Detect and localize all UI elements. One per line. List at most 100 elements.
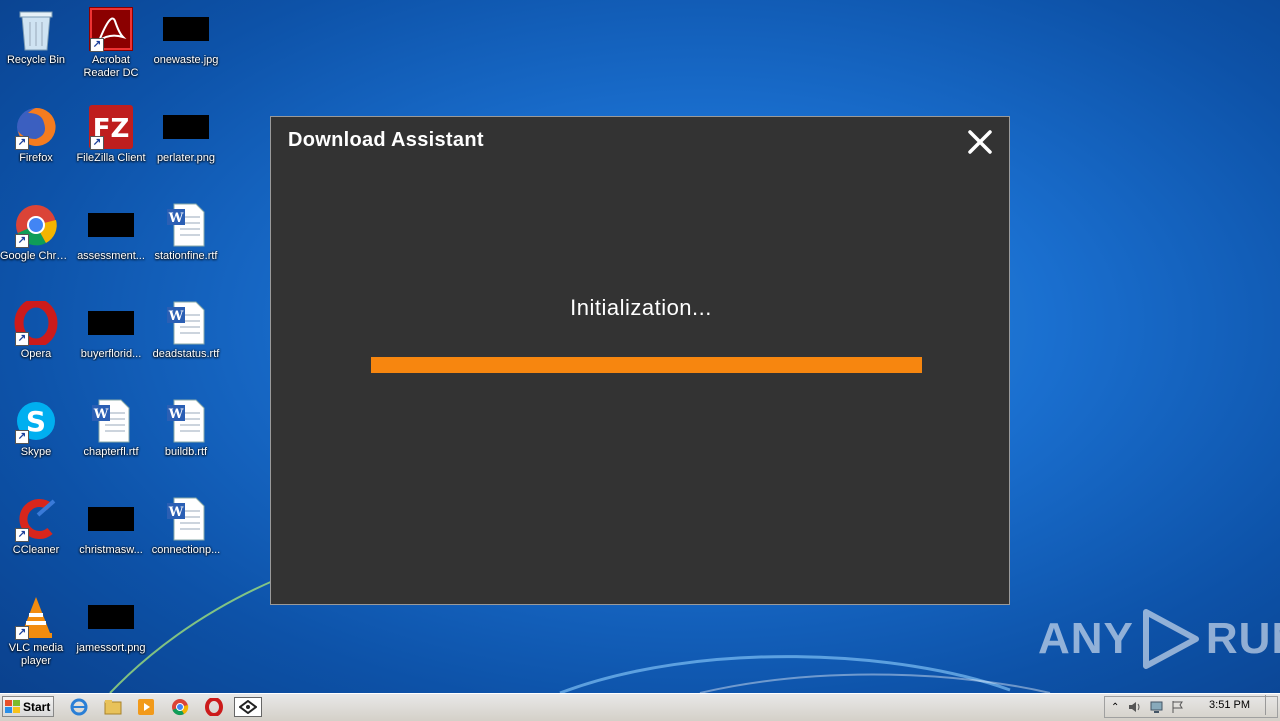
desktop-icon-label: Firefox [19, 152, 53, 164]
recycle-bin-icon [13, 6, 59, 52]
start-label: Start [23, 699, 51, 714]
desktop-icon-label: jamessort.png [76, 642, 146, 654]
desktop-icon-label: onewaste.jpg [153, 54, 219, 66]
desktop-icon[interactable]: buyerflorid... [74, 296, 148, 361]
desktop-icon-label: chapterfl.rtf [83, 446, 139, 458]
taskbar: Start ⌃ 3:51 PM [0, 693, 1280, 721]
desktop-icon-label: deadstatus.rtf [152, 348, 220, 360]
desktop-icon-label: connectionp... [151, 544, 221, 556]
desktop-icon[interactable]: FZ ↗ FileZilla Client [74, 100, 148, 165]
desktop-icon-label: VLC media player [8, 642, 64, 667]
taskbar-ie-button[interactable] [68, 697, 90, 717]
shortcut-arrow-icon: ↗ [90, 38, 104, 52]
clock[interactable]: 3:51 PM [1209, 699, 1250, 711]
word-document-icon: W [88, 398, 134, 444]
desktop-icon[interactable]: jamessort.png [74, 590, 148, 655]
desktop-icon[interactable]: Wconnectionp... [149, 492, 223, 557]
shortcut-arrow-icon: ↗ [90, 136, 104, 150]
svg-text:W: W [168, 505, 184, 520]
firefox-icon: ↗ [13, 104, 59, 150]
desktop-icon[interactable]: Wchapterfl.rtf [74, 394, 148, 459]
taskbar-opera-button[interactable] [203, 697, 225, 717]
progress-bar [371, 357, 922, 373]
desktop-icon[interactable]: Wdeadstatus.rtf [149, 296, 223, 361]
action-center-flag-icon[interactable] [1171, 700, 1185, 714]
app-icon [239, 700, 257, 714]
svg-text:W: W [93, 407, 109, 422]
desktop-icon[interactable]: ↗ VLC media player [0, 590, 73, 668]
vlc-icon: ↗ [13, 594, 59, 640]
image-file-icon [88, 202, 134, 248]
desktop-icon-label: stationfine.rtf [154, 250, 218, 262]
shortcut-arrow-icon: ↗ [15, 332, 29, 346]
desktop-icon-label: buyerflorid... [80, 348, 142, 360]
shortcut-arrow-icon: ↗ [15, 234, 29, 248]
download-assistant-dialog: Download Assistant Initialization... [270, 116, 1010, 605]
ccleaner-icon: ↗ [13, 496, 59, 542]
image-file-icon [163, 104, 209, 150]
opera-icon [205, 698, 223, 716]
desktop-icon[interactable]: S ↗ Skype [0, 394, 73, 459]
desktop-icon[interactable]: perlater.png [149, 100, 223, 165]
windows-logo-icon [5, 699, 20, 713]
word-document-icon: W [163, 202, 209, 248]
network-icon[interactable] [1149, 700, 1165, 714]
desktop-icon[interactable]: ↗ Firefox [0, 100, 73, 165]
desktop-icon-label: Google Chrome [0, 250, 73, 262]
image-file-icon [88, 594, 134, 640]
image-file-icon [88, 496, 134, 542]
word-document-icon: W [163, 300, 209, 346]
acrobat-icon: ↗ [88, 6, 134, 52]
show-desktop-button[interactable] [1265, 695, 1278, 715]
volume-icon[interactable] [1127, 700, 1143, 714]
start-button[interactable]: Start [2, 696, 54, 717]
image-file-icon [163, 6, 209, 52]
chrome-icon: ↗ [13, 202, 59, 248]
shortcut-arrow-icon: ↗ [15, 136, 29, 150]
taskbar-explorer-button[interactable] [102, 697, 124, 717]
desktop-icon[interactable]: onewaste.jpg [149, 2, 223, 67]
desktop-icon[interactable]: ↗ Google Chrome [0, 198, 73, 263]
desktop-icon[interactable]: Wstationfine.rtf [149, 198, 223, 263]
word-document-icon: W [163, 496, 209, 542]
dialog-title: Download Assistant [288, 129, 484, 151]
image-file-icon [88, 300, 134, 346]
desktop-icon[interactable]: assessment... [74, 198, 148, 263]
anyrun-watermark: ANY RUN [1038, 608, 1280, 670]
svg-text:W: W [168, 407, 184, 422]
desktop-icon-label: Skype [20, 446, 52, 458]
desktop-icon[interactable]: Wbuildb.rtf [149, 394, 223, 459]
desktop-icon-label: CCleaner [12, 544, 60, 556]
taskbar-download-assistant-button[interactable] [234, 697, 262, 717]
system-tray: ⌃ [1104, 696, 1278, 718]
svg-text:W: W [168, 309, 184, 324]
desktop-icon[interactable]: ↗ CCleaner [0, 492, 73, 557]
close-icon [968, 130, 992, 154]
desktop-icon-label: christmasw... [79, 544, 143, 556]
shortcut-arrow-icon: ↗ [15, 528, 29, 542]
close-button[interactable] [967, 129, 993, 155]
shortcut-arrow-icon: ↗ [15, 626, 29, 640]
watermark-right: RUN [1205, 614, 1280, 663]
desktop-icon[interactable]: Recycle Bin [0, 2, 73, 67]
watermark-left: ANY [1038, 614, 1134, 663]
desktop-icon[interactable]: ↗ Opera [0, 296, 73, 361]
desktop-icon-label: Recycle Bin [6, 54, 66, 66]
taskbar-chrome-button[interactable] [169, 697, 191, 717]
show-hidden-icons-icon[interactable]: ⌃ [1111, 702, 1119, 713]
play-logo-icon [1142, 609, 1199, 669]
skype-icon: S ↗ [13, 398, 59, 444]
taskbar-media-button[interactable] [135, 697, 157, 717]
desktop-icon[interactable]: ↗ Acrobat Reader DC [74, 2, 148, 80]
opera-icon: ↗ [13, 300, 59, 346]
internet-explorer-icon [70, 698, 88, 716]
chrome-icon [172, 699, 189, 716]
desktop-icon-label: assessment... [77, 250, 145, 262]
svg-text:W: W [168, 211, 184, 226]
desktop-icon-label: Opera [20, 348, 52, 360]
shortcut-arrow-icon: ↗ [15, 430, 29, 444]
desktop-icon[interactable]: christmasw... [74, 492, 148, 557]
status-text: Initialization... [570, 295, 712, 320]
media-player-icon [138, 699, 154, 715]
filezilla-icon: FZ ↗ [88, 104, 134, 150]
